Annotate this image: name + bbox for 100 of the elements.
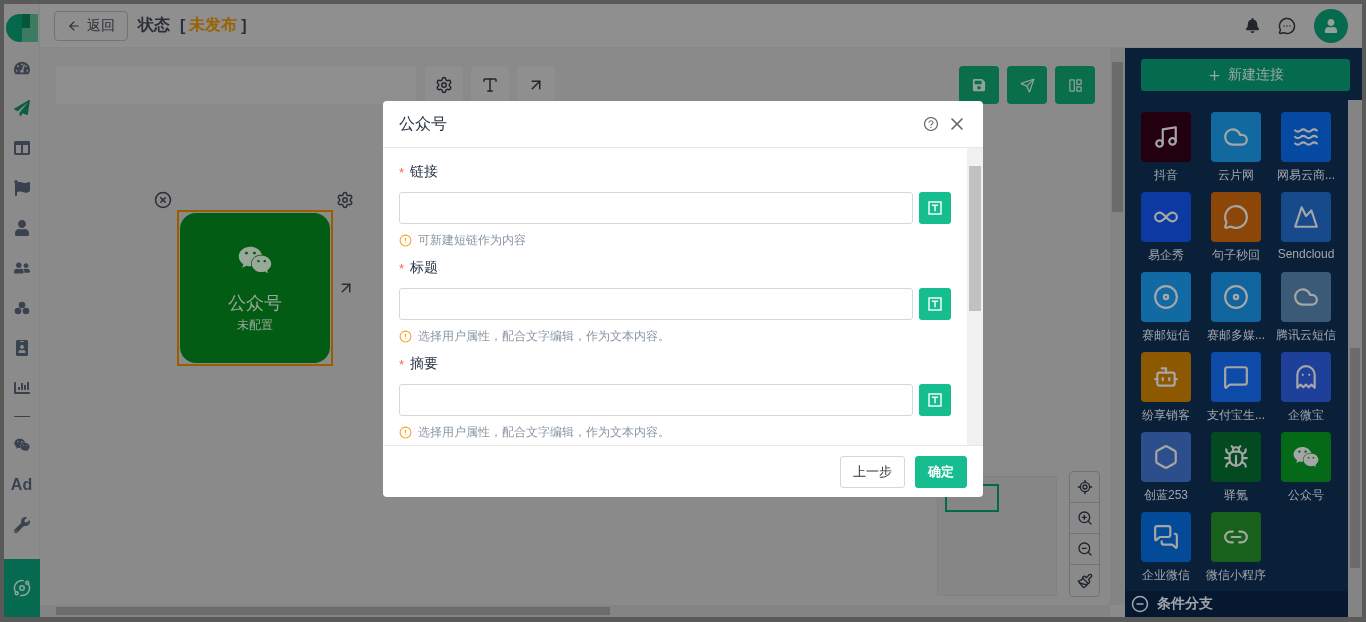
plus-icon [1207,67,1222,83]
input-field[interactable] [399,192,913,224]
ring-icon [1223,284,1249,310]
scrollbar[interactable] [1110,48,1125,605]
text-box-icon [928,393,942,407]
save-button[interactable] [959,66,999,104]
channel-tile[interactable] [1211,192,1261,242]
text-insert-button[interactable] [919,288,951,320]
channel-label: 赛邮短信 [1142,327,1190,344]
required-mark: * [399,164,405,180]
channel-tile[interactable] [1211,272,1261,322]
send-icon [1019,77,1035,93]
badge-icon [13,340,30,356]
back-step-button[interactable]: 上一步 [840,455,905,488]
wrench-icon [13,517,30,533]
node-frame[interactable]: 公众号 未配置 [177,210,333,366]
help-icon[interactable] [923,116,939,132]
channel-tile[interactable] [1141,192,1191,242]
channel-label: 句子秒回 [1212,247,1260,264]
channel-tile[interactable] [1211,112,1261,162]
user-icon [13,220,30,236]
channel-label: 网易云商... [1277,167,1335,184]
close-icon[interactable] [154,191,172,209]
channel-tile[interactable] [1141,112,1191,162]
confirm-button[interactable]: 确定 [915,455,967,488]
layout-icon [13,140,30,156]
paper-plane-icon [13,100,30,116]
hexagon-icon [1153,444,1179,470]
channel-tile[interactable] [1141,432,1191,482]
bell-icon[interactable] [1245,18,1260,33]
hint-text: 选择用户属性，配合文字编辑，作为文本内容。 [418,327,670,345]
scrollbar[interactable] [1348,100,1362,617]
field-label: 摘要 [410,355,439,373]
channel-tile[interactable] [1141,272,1191,322]
gauge-icon [13,60,30,76]
bracket: [ [180,16,186,35]
channel-tile[interactable] [1281,112,1331,162]
channel-tile[interactable] [1281,352,1331,402]
channel-label: Sendcloud [1277,247,1335,261]
back-button[interactable]: 返回 [54,10,128,41]
minus-circle-icon [1131,595,1149,613]
circles-icon [13,301,30,315]
layout-button[interactable] [1055,66,1095,104]
zoom-out-icon [1076,541,1093,557]
channel-tile[interactable] [1141,512,1191,562]
text-box-icon [928,201,942,215]
channel-tile[interactable] [1211,352,1261,402]
status-text: 未发布 [189,15,238,35]
channel-tile[interactable] [1211,432,1261,482]
settings-button[interactable] [425,66,463,104]
channel-tile[interactable] [1281,432,1331,482]
channel-label: 纷享销客 [1142,407,1190,424]
channel-label: 赛邮多媒... [1207,327,1265,344]
orbit-icon [12,579,31,597]
new-connection-button[interactable]: 新建连接 [1141,59,1350,91]
section-header[interactable]: 条件分支 [1125,591,1348,617]
scrollbar[interactable] [40,605,1110,617]
channel-tile[interactable] [1281,192,1331,242]
ad-nav-item[interactable]: Ad [4,465,40,505]
users-icon [13,260,30,276]
channel-tile[interactable] [1281,272,1331,322]
user-icon [1324,18,1338,33]
channel-tile[interactable] [1211,512,1261,562]
channel-label: 企微宝 [1288,407,1324,424]
node-title: 公众号 [228,291,282,315]
arrow-button[interactable] [517,66,555,104]
crosshair-icon [1076,479,1093,495]
network-tab[interactable] [4,559,40,617]
channel-label: 抖音 [1154,167,1178,184]
scrollbar[interactable] [967,148,983,445]
dialog-title: 公众号 [399,113,447,134]
input-field[interactable] [399,384,913,416]
channel-label: 支付宝生... [1207,407,1265,424]
channel-label: 驿氪 [1224,487,1248,504]
music-note-icon [1153,124,1179,150]
bar-chart-icon [13,380,30,396]
zoom-in-icon [1076,510,1093,526]
speech-bubble-icon [1223,204,1249,230]
robot-icon [1153,364,1179,390]
hint-text: 选择用户属性，配合文字编辑，作为文本内容。 [418,423,670,441]
required-mark: * [399,260,405,276]
chat-bubbles-icon [13,437,30,453]
channel-label: 易企秀 [1148,247,1184,264]
mountain-icon [1293,204,1319,230]
chat-icon[interactable] [1278,16,1296,35]
channel-label: 腾讯云短信 [1276,327,1336,344]
text-icon [481,76,499,94]
ghost-icon [1293,364,1319,390]
publish-button[interactable] [1007,66,1047,104]
input-field[interactable] [399,288,913,320]
chat-bubbles-icon [1153,524,1179,550]
channel-label: 云片网 [1218,167,1254,184]
channel-tile[interactable] [1141,352,1191,402]
settings-icon[interactable] [336,191,354,209]
text-button[interactable] [471,66,509,104]
text-insert-button[interactable] [919,384,951,416]
text-box-icon [928,297,942,311]
avatar[interactable] [1314,8,1348,43]
text-insert-button[interactable] [919,192,951,224]
field-label: 链接 [410,163,439,181]
